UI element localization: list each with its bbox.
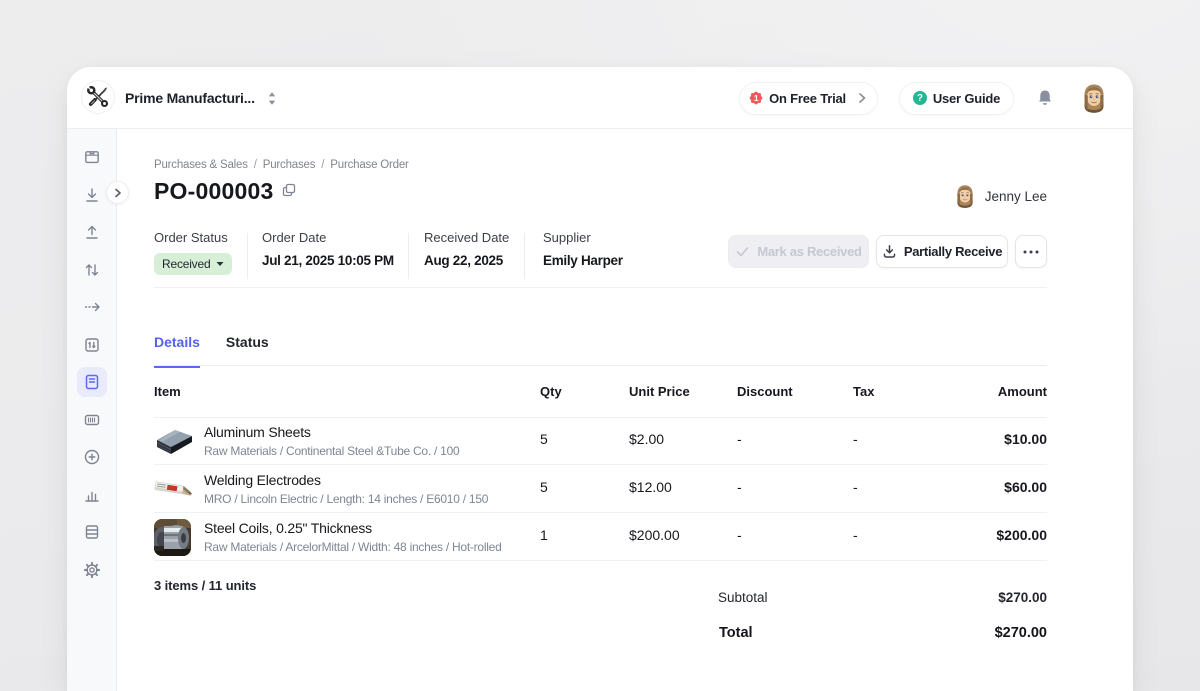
svg-text:1: 1	[754, 93, 759, 103]
